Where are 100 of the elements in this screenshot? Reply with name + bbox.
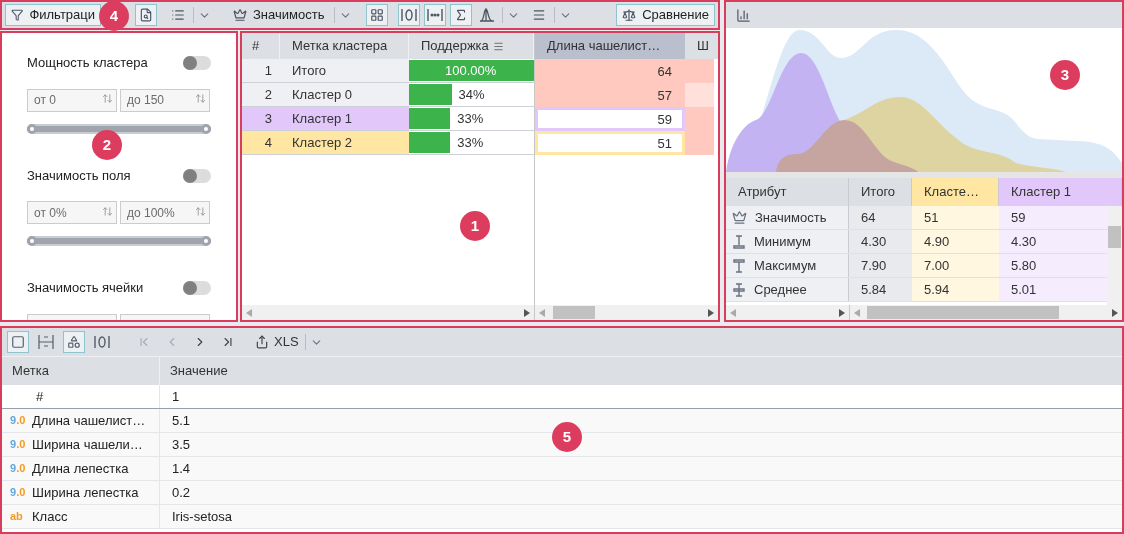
spinner-icon[interactable] (102, 205, 113, 217)
mean-icon (732, 282, 746, 297)
row-number: 2 (242, 83, 280, 106)
field-label: Длина лепестка (32, 459, 129, 478)
first-page-icon (137, 335, 151, 349)
support-value: 34% (458, 86, 485, 104)
last-page-icon (221, 335, 235, 349)
chart-button[interactable] (736, 7, 751, 23)
scrollbar-thumb[interactable] (553, 306, 595, 319)
scroll-right-icon[interactable] (708, 308, 714, 317)
scroll-right-icon[interactable] (524, 308, 530, 317)
table-cell: 4.90 (912, 230, 999, 253)
column-header[interactable]: Кластер 1 (999, 178, 1122, 206)
spinner-icon[interactable] (195, 205, 206, 217)
table-cell: 4.30 (849, 230, 912, 253)
filter-label: Значимость ячейки (27, 279, 144, 298)
column-header[interactable]: Значение (160, 357, 1122, 385)
horizontal-scrollbar[interactable] (850, 305, 1122, 320)
scrollbar-thumb[interactable] (867, 306, 1059, 319)
sort-icon (492, 40, 504, 52)
filter-icon (11, 8, 24, 22)
row-number: 3 (242, 107, 280, 130)
support-value: 100.00% (445, 62, 497, 80)
scroll-right-icon[interactable] (839, 308, 845, 317)
zero-column-icon (94, 335, 110, 349)
toolbar-toggle[interactable] (135, 4, 157, 26)
export-button[interactable]: XLS (255, 331, 299, 353)
scroll-left-icon[interactable] (246, 308, 252, 317)
number-type-icon: 9.0 (10, 412, 30, 429)
menu-icon (532, 8, 547, 22)
table-cell: 7.00 (912, 254, 999, 277)
scroll-left-icon[interactable] (539, 308, 545, 317)
toolbar-button[interactable]: Фильтраци (5, 4, 101, 26)
attribute-label: Минимум (754, 232, 811, 251)
cell-value: 1.4 (172, 459, 191, 478)
toolbar-toggle[interactable] (450, 4, 473, 26)
cell-value: 0.2 (172, 483, 191, 502)
horizontal-scrollbar[interactable] (242, 305, 534, 320)
field-label: Ширина чашели… (32, 435, 143, 454)
toolbar-button[interactable]: Значимость (227, 4, 331, 26)
toolbar-button[interactable]: Сравнение (616, 4, 715, 26)
table-cell: Кластер 1 (280, 107, 409, 130)
maximum-icon (732, 258, 746, 273)
attribute-label: Среднее (754, 280, 807, 299)
toolbar-toggle[interactable] (398, 4, 421, 26)
attribute-label: Значимость (755, 208, 827, 227)
table-cell: 5.80 (999, 254, 1107, 277)
table-cell: Кластер 2 (280, 131, 409, 154)
attribute-label: Максимум (754, 256, 817, 275)
table-cell: 59 (999, 206, 1107, 229)
grid-icon (370, 8, 385, 22)
heat-cell (685, 59, 714, 83)
filter-label: Значимость поля (27, 166, 131, 185)
filter-label: Мощность кластера (27, 54, 148, 73)
cell-value: 3.5 (172, 435, 191, 454)
horizontal-scrollbar[interactable] (726, 305, 849, 320)
list-icon (171, 8, 185, 22)
table-cell: 5.84 (849, 278, 912, 301)
scroll-right-icon[interactable] (1112, 308, 1118, 317)
toolbar-toggle[interactable] (63, 331, 85, 353)
toolbar-toggle[interactable] (366, 4, 389, 26)
toggle-switch[interactable] (183, 168, 211, 183)
scroll-left-icon[interactable] (730, 308, 736, 317)
spinner-icon[interactable] (102, 93, 113, 104)
support-value: 33% (457, 110, 484, 128)
column-header[interactable]: Длина чашелист… (535, 33, 685, 59)
number-field[interactable]: от 0% (27, 201, 117, 224)
toggle-switch[interactable] (183, 56, 211, 70)
column-header[interactable]: Класте… (912, 178, 999, 206)
vertical-scrollbar[interactable] (1107, 206, 1122, 305)
horizontal-scrollbar[interactable] (535, 305, 718, 320)
number-type-icon: 9.0 (10, 460, 30, 477)
square-icon (11, 335, 25, 349)
spinner-icon[interactable] (195, 93, 206, 104)
table-cell: Кластер 0 (280, 83, 409, 106)
number-field[interactable]: до 150 (120, 88, 210, 112)
field-label: # (36, 387, 44, 406)
distribution-icon (479, 8, 496, 22)
column-header[interactable]: Ш (685, 33, 714, 59)
crown-icon (732, 210, 747, 225)
cell-value: Iris-setosa (172, 507, 232, 526)
row-number: 4 (242, 131, 280, 154)
table-cell: Итого (280, 59, 409, 82)
crown-icon (233, 8, 247, 22)
value-cell: 57 (535, 83, 685, 107)
number-type-icon: 9.0 (10, 436, 30, 453)
cell-value: 1 (172, 387, 180, 406)
toolbar-toggle[interactable] (7, 331, 29, 353)
toggle-switch[interactable] (183, 281, 211, 295)
document-search-icon (139, 8, 153, 22)
toolbar-toggle[interactable] (424, 4, 447, 26)
table-cell: 4.30 (999, 230, 1107, 253)
table-cell: 5.94 (912, 278, 999, 301)
heat-cell (685, 107, 714, 131)
number-field[interactable]: до 100% (120, 201, 210, 224)
number-field[interactable]: от 0 (27, 88, 117, 112)
scroll-left-icon[interactable] (854, 308, 860, 317)
field-label: Ширина лепестка (32, 483, 139, 502)
support-value: 33% (457, 134, 484, 152)
heat-cell (685, 131, 714, 155)
